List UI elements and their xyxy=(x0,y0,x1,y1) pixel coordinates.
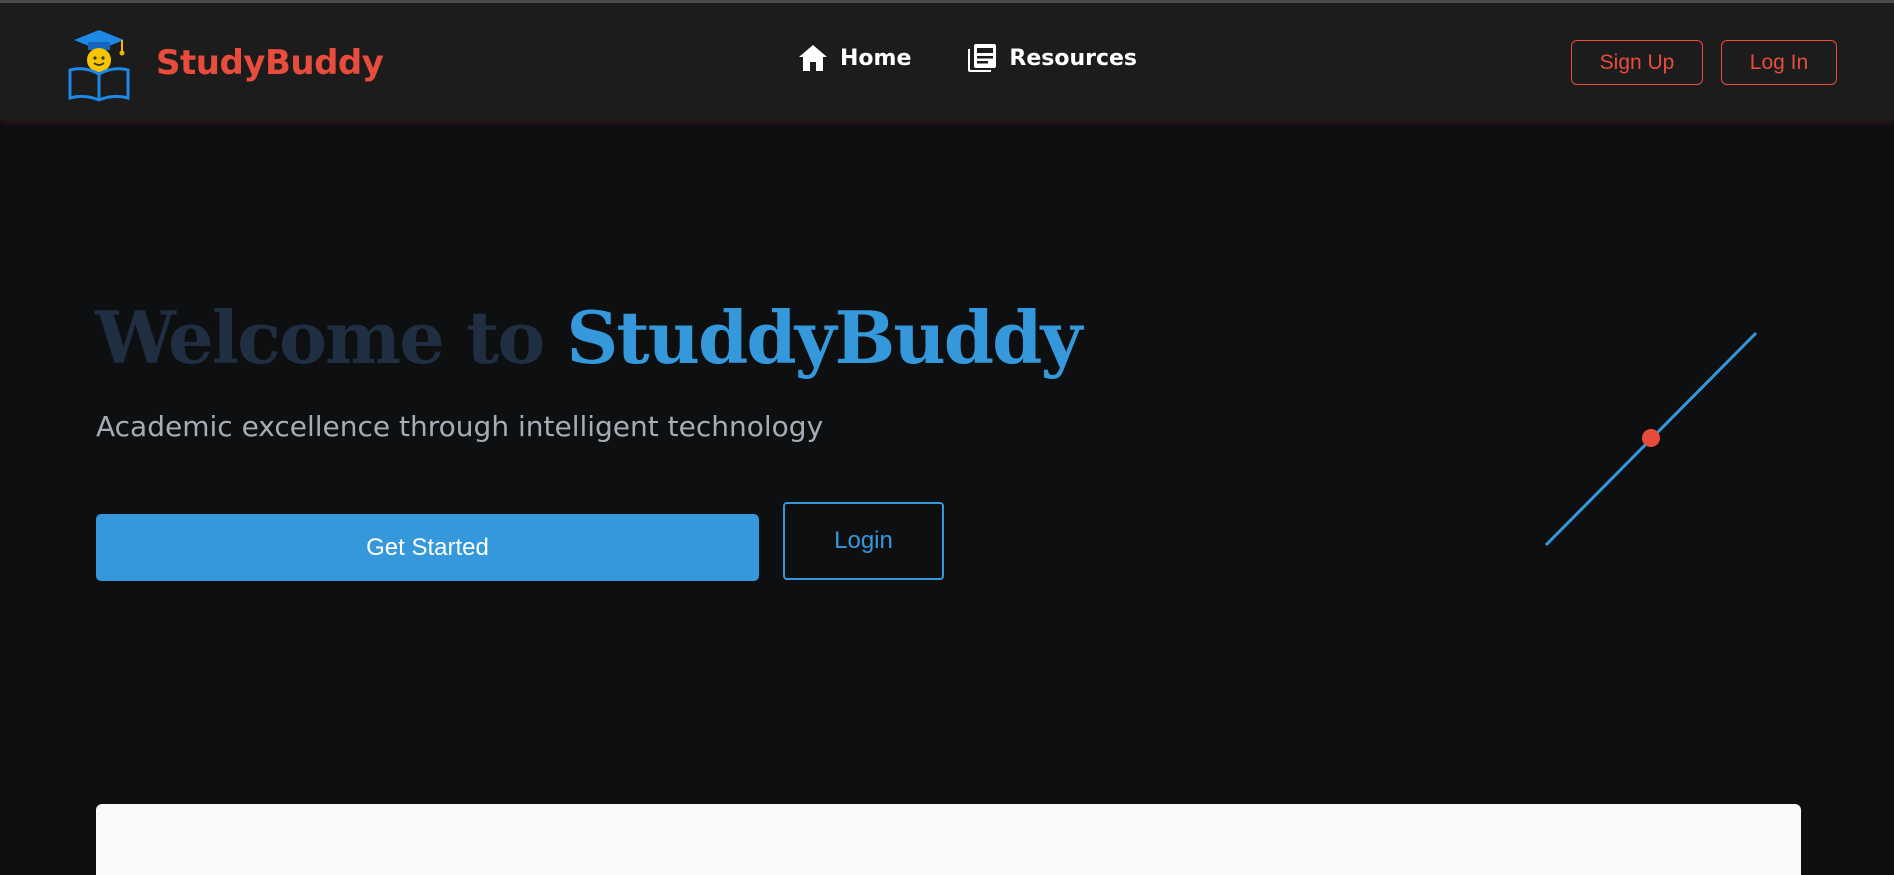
home-icon xyxy=(799,45,827,71)
brand-name[interactable]: StudyBuddy xyxy=(156,43,384,83)
hero-title: Welcome to StuddyBuddy xyxy=(95,295,1082,380)
hero-title-highlight: StuddyBuddy xyxy=(566,295,1082,380)
navbar: StudyBuddy Home Resources Sign Up Log In xyxy=(0,3,1894,120)
hero-subtitle: Academic excellence through intelligent … xyxy=(96,410,824,443)
page: StudyBuddy Home Resources Sign Up Log In… xyxy=(0,0,1894,875)
hero-title-prefix: Welcome to xyxy=(95,295,567,380)
sign-up-button[interactable]: Sign Up xyxy=(1571,40,1703,85)
nav-item-label: Resources xyxy=(1009,45,1138,71)
nav-item-home[interactable]: Home xyxy=(798,44,911,72)
main-nav: Home Resources xyxy=(798,43,1137,73)
brand[interactable]: StudyBuddy xyxy=(66,24,384,102)
newspaper-icon xyxy=(968,44,997,72)
nav-item-resources[interactable]: Resources xyxy=(967,43,1137,73)
get-started-button[interactable]: Get Started xyxy=(96,514,759,581)
nav-item-label: Home xyxy=(840,45,912,71)
log-in-button[interactable]: Log In xyxy=(1721,40,1837,85)
decorative-line-graphic xyxy=(1544,331,1758,547)
student-book-logo-icon[interactable] xyxy=(66,24,132,102)
login-button[interactable]: Login xyxy=(783,502,944,580)
content-card xyxy=(96,804,1801,875)
auth-buttons: Sign Up Log In xyxy=(1571,40,1837,85)
